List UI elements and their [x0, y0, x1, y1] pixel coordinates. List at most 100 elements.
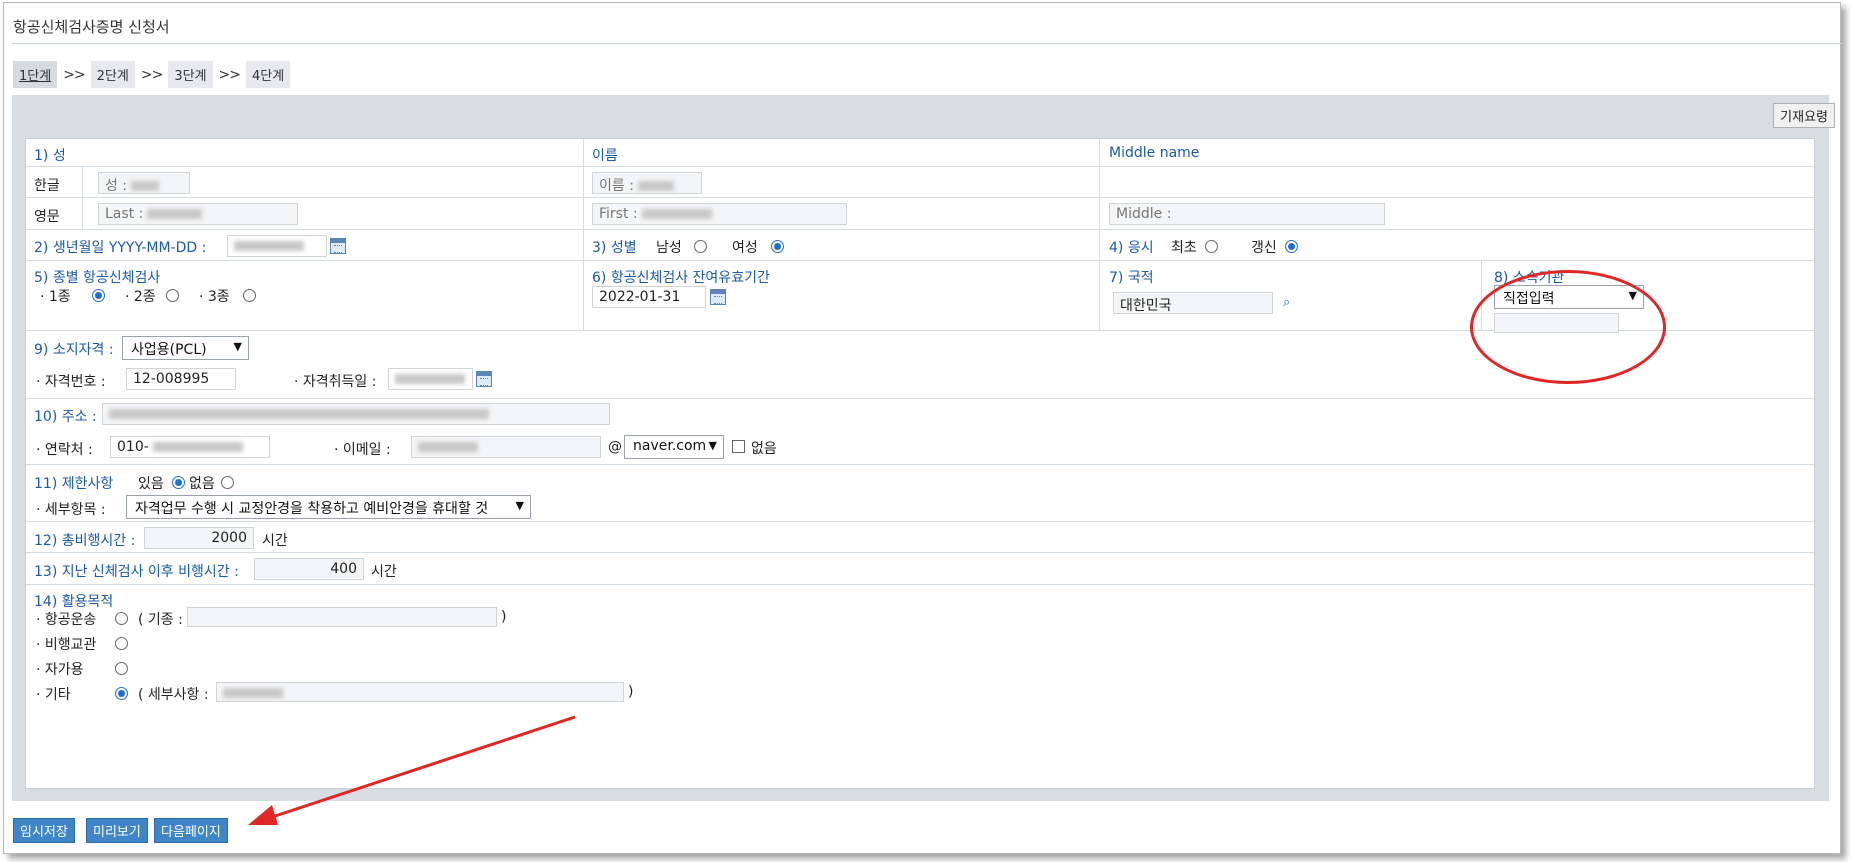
- apply-first-radio[interactable]: [1205, 240, 1218, 253]
- given-name-label: 이름: [592, 148, 618, 164]
- license-date-input[interactable]: [388, 368, 473, 390]
- apply-label: 4) 응시: [1109, 240, 1154, 256]
- redacted-value: [234, 241, 304, 251]
- given-ko-prefix: 이름 :: [599, 178, 634, 194]
- validity-label: 6) 항공신체검사 잔여유효기간: [592, 270, 770, 286]
- redacted-value: [109, 409, 489, 419]
- recent-flight-input[interactable]: 400: [254, 558, 364, 580]
- email-label: · 이메일 :: [334, 442, 391, 458]
- search-icon[interactable]: ⌕: [1283, 295, 1290, 310]
- apply-renew-radio[interactable]: [1285, 240, 1298, 253]
- restriction-detail-value: 자격업무 수행 시 교정안경을 착용하고 예비안경을 휴대할 것: [135, 501, 489, 517]
- first-name-en-input[interactable]: First :: [592, 203, 847, 225]
- license-select-value: 사업용(PCL): [131, 342, 207, 358]
- class-2-radio[interactable]: [166, 289, 179, 302]
- email-id-input[interactable]: [411, 436, 601, 458]
- total-flight-unit: 시간: [262, 533, 288, 549]
- guide-button[interactable]: 기재요령: [1773, 103, 1835, 128]
- nationality-input[interactable]: 대한민국: [1113, 292, 1273, 314]
- calendar-icon[interactable]: [476, 371, 492, 387]
- last-name-en-input[interactable]: Last :: [98, 203, 298, 225]
- birth-label: 2) 생년월일 YYYY-MM-DD :: [34, 240, 207, 256]
- middle-name-en-input[interactable]: Middle :: [1109, 203, 1385, 225]
- purpose-private-radio[interactable]: [115, 662, 128, 675]
- purpose-instructor-radio[interactable]: [115, 637, 128, 650]
- first-en-prefix: First :: [599, 206, 638, 222]
- temp-save-button[interactable]: 임시저장: [13, 818, 75, 843]
- phone-label: · 연락처 :: [36, 442, 93, 458]
- email-domain-select[interactable]: naver.com ▼: [624, 435, 724, 459]
- redacted-value: [418, 442, 478, 452]
- license-number-input[interactable]: 12-008995: [126, 368, 236, 390]
- gender-female-radio[interactable]: [771, 240, 784, 253]
- middle-name-label: Middle name: [1109, 145, 1200, 161]
- english-label: 영문: [34, 209, 60, 225]
- calendar-icon[interactable]: [710, 289, 726, 305]
- chevron-down-icon: ▼: [515, 499, 524, 512]
- calendar-icon[interactable]: [330, 238, 346, 254]
- detail-input[interactable]: [216, 682, 624, 702]
- gender-male-label: 남성: [656, 240, 682, 256]
- recent-flight-label: 13) 지난 신체검사 이후 비행시간 :: [34, 564, 239, 580]
- class-2-label: · 2종: [125, 289, 156, 305]
- class-3-radio[interactable]: [243, 289, 256, 302]
- phone-prefix: 010-: [117, 439, 149, 455]
- given-ko-input[interactable]: 이름 :: [592, 172, 702, 194]
- application-form: 1) 성 이름 Middle name 한글 성 : 이름 : 영문 Last …: [25, 138, 1815, 789]
- class-1-radio[interactable]: [92, 289, 105, 302]
- gender-male-radio[interactable]: [694, 240, 707, 253]
- divider: [82, 167, 83, 230]
- row-total-flight: [26, 522, 1814, 553]
- detail-open: ( 세부사항 :: [138, 687, 209, 703]
- restriction-no-label: 없음: [189, 476, 215, 492]
- birth-input[interactable]: [227, 235, 327, 257]
- restriction-yes-radio[interactable]: [172, 476, 185, 489]
- license-select[interactable]: 사업용(PCL) ▼: [122, 336, 249, 360]
- license-label: 9) 소지자격 :: [34, 342, 114, 358]
- phone-input[interactable]: 010-: [110, 436, 270, 458]
- purpose-other-label: · 기타: [36, 687, 71, 703]
- annotation-arrow-head: [248, 805, 278, 825]
- annotation-arrow-shaft: [259, 715, 576, 823]
- step-1[interactable]: 1단계: [13, 61, 58, 88]
- apply-renew-label: 갱신: [1251, 240, 1277, 256]
- restriction-detail-select[interactable]: 자격업무 수행 시 교정안경을 착용하고 예비안경을 휴대할 것 ▼: [126, 495, 531, 519]
- row-name-header: [26, 139, 1814, 167]
- license-date-label: · 자격취득일 :: [294, 374, 377, 390]
- restriction-no-radio[interactable]: [221, 476, 234, 489]
- license-number-label: · 자격번호 :: [36, 374, 106, 390]
- address-input[interactable]: [102, 403, 610, 425]
- redacted-value: [641, 209, 712, 219]
- class-label: 5) 종별 항공신체검사: [34, 270, 161, 286]
- row-name-korean: [26, 167, 1814, 198]
- aircraft-open: ( 기종 :: [138, 612, 183, 628]
- email-domain-value: naver.com: [633, 438, 707, 454]
- aircraft-input[interactable]: [187, 607, 497, 627]
- page-title: 항공신체검사증명 신청서: [13, 18, 170, 36]
- restriction-label: 11) 제한사항: [34, 476, 114, 492]
- surname-label: 1) 성: [34, 148, 66, 164]
- redacted-value: [637, 181, 674, 191]
- purpose-label: 14) 활용목적: [34, 594, 114, 610]
- next-page-button[interactable]: 다음페이지: [154, 818, 228, 843]
- total-flight-input[interactable]: 2000: [144, 527, 254, 549]
- purpose-transport-radio[interactable]: [115, 612, 128, 625]
- email-none-checkbox[interactable]: [732, 440, 745, 453]
- purpose-other-radio[interactable]: [115, 687, 128, 700]
- title-divider: [12, 43, 1843, 44]
- validity-input[interactable]: 2022-01-31: [592, 286, 706, 308]
- step-navigation: 1단계 >> 2단계 >> 3단계 >> 4단계: [13, 61, 291, 88]
- chevron-down-icon: ▼: [708, 439, 717, 452]
- redacted-value: [152, 442, 243, 452]
- surname-ko-prefix: 성 :: [105, 178, 128, 194]
- step-4[interactable]: 4단계: [246, 61, 291, 88]
- korean-label: 한글: [34, 178, 60, 194]
- nationality-label: 7) 국적: [1109, 270, 1154, 286]
- redacted-value: [223, 688, 283, 698]
- surname-ko-input[interactable]: 성 :: [98, 172, 190, 194]
- step-2[interactable]: 2단계: [90, 61, 135, 88]
- step-3[interactable]: 3단계: [168, 61, 213, 88]
- preview-button[interactable]: 미리보기: [86, 818, 148, 843]
- step-separator: >>: [218, 66, 241, 83]
- last-en-prefix: Last :: [105, 206, 144, 222]
